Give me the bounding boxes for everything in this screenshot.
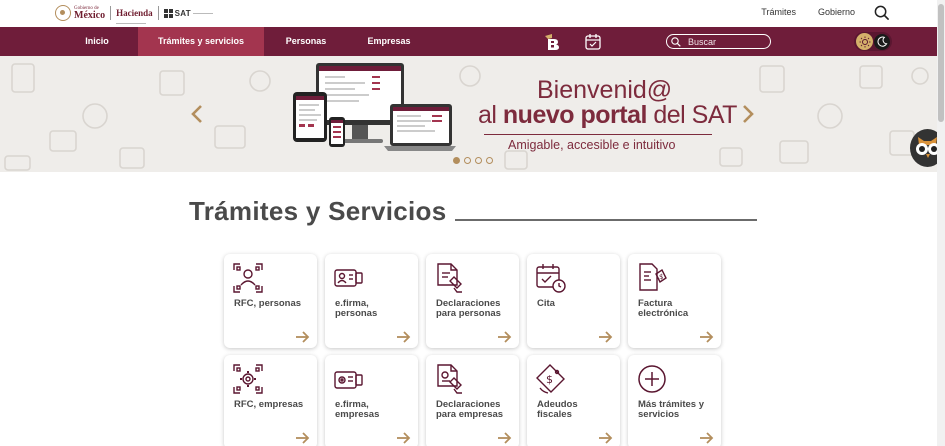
search-icon[interactable] — [874, 5, 889, 20]
arrow-right-icon — [599, 432, 613, 444]
svg-text:$: $ — [659, 273, 663, 281]
carousel-dot-3[interactable] — [475, 157, 482, 164]
electronic-invoice-icon: $ — [639, 263, 667, 291]
card-label: Cita — [537, 298, 555, 309]
calendar-icon[interactable] — [585, 33, 601, 50]
card-label: Declaraciones para personas — [436, 298, 501, 320]
card-rfc-personas[interactable]: RFC, personas — [224, 254, 317, 348]
b-app-icon[interactable] — [543, 33, 561, 50]
section-title: Trámites y Servicios — [189, 196, 447, 226]
card-adeudos-fiscales[interactable]: $ Adeudos fiscales — [527, 355, 620, 446]
sat-squares-icon — [163, 8, 173, 18]
hero-subtitle: Amigable, accesible e intuitivo — [508, 138, 676, 152]
arrow-right-icon — [700, 432, 714, 444]
scrollbar-thumb[interactable] — [938, 4, 944, 122]
company-declaration-icon — [437, 364, 462, 394]
hero-background-pattern — [4, 63, 929, 171]
nav-search-box[interactable] — [666, 34, 771, 49]
arrow-right-icon — [397, 432, 411, 444]
card-declaraciones-empresas[interactable]: Declaraciones para empresas — [426, 355, 519, 446]
efirma-company-card-icon — [334, 371, 363, 389]
arrow-right-icon — [498, 432, 512, 444]
nav-inicio[interactable]: Inicio — [62, 27, 132, 56]
page-scrollbar[interactable] — [937, 0, 945, 446]
hero-title-prefix: al — [478, 101, 503, 129]
top-link-tramites[interactable]: Trámites — [761, 7, 796, 17]
nav-empresas[interactable]: Empresas — [357, 27, 421, 56]
carousel-dot-1[interactable] — [453, 157, 460, 164]
search-icon — [671, 36, 681, 47]
nav-personas[interactable]: Personas — [276, 27, 336, 56]
top-link-gobierno[interactable]: Gobierno — [818, 7, 855, 17]
carousel-next-arrow-icon[interactable] — [741, 104, 755, 124]
card-rfc-empresas[interactable]: RFC, empresas — [224, 355, 317, 446]
rfc-company-qr-icon — [233, 364, 263, 394]
efirma-id-card-icon — [334, 269, 363, 287]
gov-emblem-icon — [55, 5, 71, 21]
gov-logos[interactable]: Gobierno de México Hacienda SAT — [55, 3, 213, 24]
nav-tramites-servicios[interactable]: Trámites y servicios — [138, 27, 264, 56]
hero-carousel: Bienvenid@ al nuevo portal del SAT Amiga… — [0, 56, 937, 172]
arrow-right-icon — [296, 432, 310, 444]
arrow-right-icon — [599, 331, 613, 343]
top-links: Trámites Gobierno — [761, 7, 855, 17]
svg-text:$: $ — [546, 373, 553, 386]
moon-icon[interactable] — [874, 33, 890, 50]
logo-divider — [157, 6, 159, 20]
search-input[interactable] — [688, 36, 768, 47]
hacienda-text: Hacienda — [116, 7, 153, 18]
gov-big-text: México — [74, 9, 106, 21]
card-label: RFC, personas — [234, 298, 302, 309]
rfc-person-qr-icon — [233, 263, 263, 293]
hero-divider — [484, 134, 712, 135]
gov-mexico-logo: Gobierno de México — [74, 6, 105, 21]
devices-illustration — [293, 63, 456, 151]
hero-title-bold: nuevo portal — [502, 101, 648, 129]
card-cita[interactable]: Cita — [527, 254, 620, 348]
arrow-right-icon — [296, 331, 310, 343]
gov-top-bar: Gobierno de México Hacienda SAT Trámites… — [0, 0, 937, 27]
card-factura-electronica[interactable]: $ Factura electrónica — [628, 254, 721, 348]
hacienda-underline — [116, 22, 147, 24]
tax-debt-tag-icon: $ — [536, 364, 565, 394]
card-declaraciones-personas[interactable]: Declaraciones para personas — [426, 254, 519, 348]
declaration-document-icon — [437, 263, 462, 293]
card-label: e.firma, empresas — [335, 399, 380, 421]
carousel-dot-4[interactable] — [486, 157, 493, 164]
theme-toggle[interactable] — [854, 32, 892, 51]
sun-icon[interactable] — [856, 33, 873, 50]
card-label: e.firma, personas — [335, 298, 378, 320]
carousel-prev-arrow-icon[interactable] — [190, 104, 204, 124]
card-mas-tramites[interactable]: Más trámites y servicios — [628, 355, 721, 446]
arrow-right-icon — [700, 331, 714, 343]
card-label: Adeudos fiscales — [537, 399, 578, 421]
sat-logo: SAT — [163, 8, 213, 18]
sat-line — [192, 12, 213, 14]
card-label: Factura electrónica — [638, 298, 689, 320]
calendar-clock-icon — [536, 264, 566, 293]
logo-divider — [110, 6, 112, 20]
card-label: Más trámites y servicios — [638, 399, 705, 421]
card-efirma-personas[interactable]: e.firma, personas — [325, 254, 418, 348]
carousel-dot-2[interactable] — [464, 157, 471, 164]
card-efirma-empresas[interactable]: e.firma, empresas — [325, 355, 418, 446]
plus-circle-icon — [638, 365, 666, 393]
sat-text: SAT — [174, 8, 191, 18]
hero-title-line2: al nuevo portal del SAT — [478, 101, 737, 130]
arrow-right-icon — [498, 331, 512, 343]
card-label: RFC, empresas — [234, 399, 304, 410]
hacienda-logo: Hacienda — [116, 3, 153, 24]
main-nav: Inicio Trámites y servicios Personas Emp… — [0, 27, 937, 56]
hero-title-suffix: del SAT — [646, 101, 737, 129]
card-label: Declaraciones para empresas — [436, 399, 504, 421]
carousel-dots — [453, 157, 493, 164]
section-title-rule — [455, 219, 757, 221]
arrow-right-icon — [397, 331, 411, 343]
